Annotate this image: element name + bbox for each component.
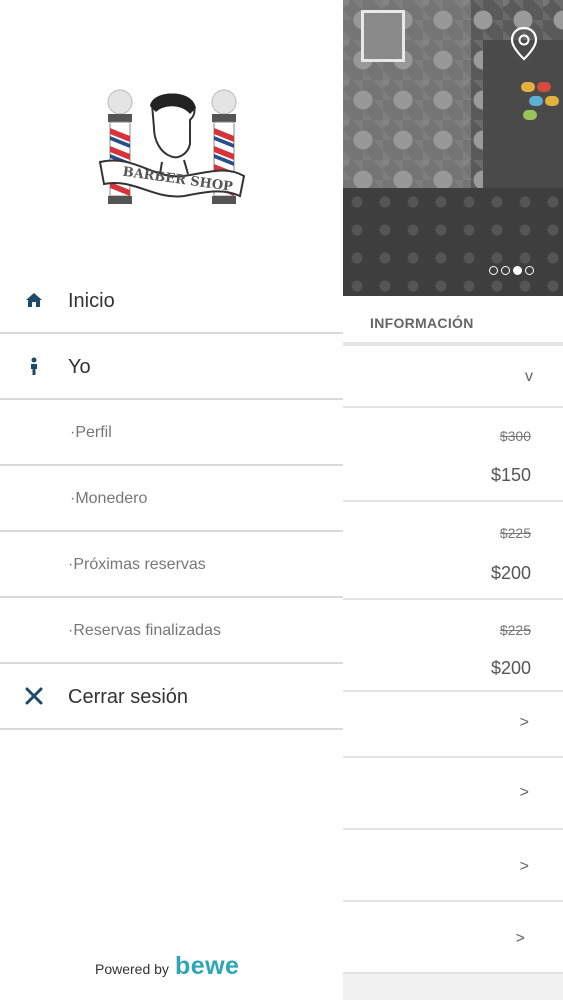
service-row[interactable]: $300 $150 [343, 408, 563, 502]
menu-item-yo[interactable]: Yo [0, 334, 343, 400]
navigation-drawer: BARBER SHOP Inicio Yo ·Perfil ·Monedero … [0, 0, 343, 1000]
list-item[interactable]: > [343, 830, 563, 902]
chevron-down-icon: v [525, 368, 533, 385]
bewe-logo: bewe [174, 952, 240, 980]
menu-label: ·Próximas reservas [68, 556, 206, 573]
menu-item-proximas-reservas[interactable]: ·Próximas reservas [0, 532, 343, 598]
shop-photo [343, 0, 563, 296]
menu-label: ·Perfil [70, 424, 112, 441]
menu-item-perfil[interactable]: ·Perfil [0, 400, 343, 466]
carousel-dot[interactable] [489, 266, 498, 275]
menu-item-inicio[interactable]: Inicio [0, 268, 343, 334]
menu-label: Yo [68, 356, 91, 378]
carousel-dot-active[interactable] [513, 266, 522, 275]
picture-frame [361, 10, 405, 62]
carousel-dots[interactable] [489, 266, 534, 275]
new-price: $200 [490, 658, 531, 678]
new-price: $200 [490, 563, 531, 583]
collapse-row[interactable]: v [343, 346, 563, 408]
menu-label: ·Reservas finalizadas [68, 622, 221, 639]
old-price: $225 [499, 525, 531, 541]
chevron-right-icon: > [519, 714, 529, 731]
list-item[interactable]: > [343, 692, 563, 758]
close-icon [25, 687, 43, 705]
service-row[interactable]: $225 $200 [343, 502, 563, 600]
menu-label: ·Monedero [70, 490, 148, 507]
tab-informacion[interactable]: INFORMACIÓN [343, 296, 563, 346]
carousel-dot[interactable] [525, 266, 534, 275]
chevron-right-icon: > [519, 858, 529, 875]
menu-item-monedero[interactable]: ·Monedero [0, 466, 343, 532]
menu-item-cerrar-sesion[interactable]: Cerrar sesión [0, 664, 343, 730]
background-screen: INFORMACIÓN v $300 $150 $225 $200 $225 $… [343, 0, 563, 1000]
new-price: $150 [490, 465, 531, 485]
menu-label: Inicio [68, 290, 115, 312]
old-price: $300 [499, 428, 531, 444]
location-pin-icon[interactable] [509, 26, 539, 62]
service-row[interactable]: $225 $200 [343, 600, 563, 692]
chevron-right-icon: > [519, 784, 529, 801]
person-icon [31, 357, 37, 375]
menu-label: Cerrar sesión [68, 686, 189, 708]
list-item[interactable]: > [343, 902, 563, 974]
menu-item-reservas-finalizadas[interactable]: ·Reservas finalizadas [0, 598, 343, 664]
chevron-right-icon: > [515, 930, 525, 947]
powered-by: Powered by bewe [95, 952, 239, 981]
barber-shop-logo: BARBER SHOP [98, 89, 246, 204]
list-item[interactable]: > [343, 758, 563, 830]
powered-by-text: Powered by [95, 961, 169, 977]
old-price: $225 [499, 622, 531, 638]
home-icon [26, 293, 42, 307]
carousel-dot[interactable] [501, 266, 510, 275]
